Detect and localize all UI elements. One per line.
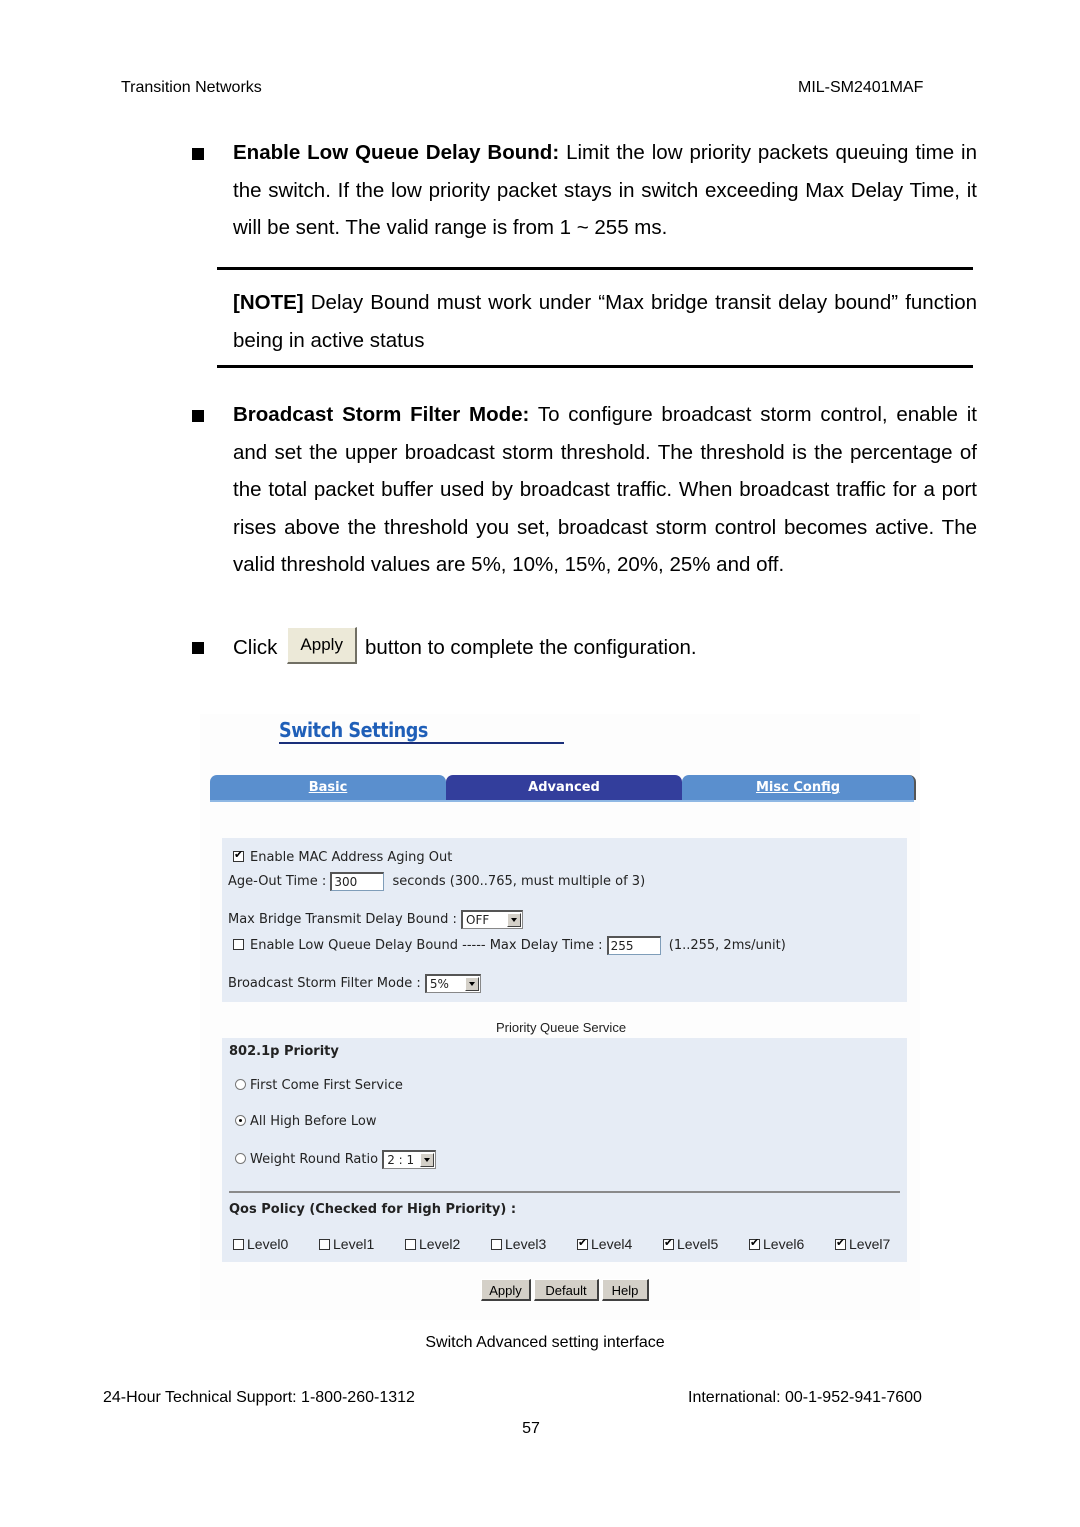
level0-checkbox[interactable]: [233, 1239, 244, 1250]
high-before-low-radio[interactable]: [235, 1115, 246, 1126]
level-label: Level6: [763, 1236, 805, 1252]
level4-checkbox[interactable]: [577, 1236, 588, 1250]
tab-bar: Basic Advanced Misc Config: [210, 775, 916, 802]
level-label: Level1: [333, 1236, 375, 1252]
level-label: Level0: [247, 1236, 289, 1252]
level-item[interactable]: Level0: [233, 1236, 319, 1252]
low-queue-paragraph: Enable Low Queue Delay Bound: Limit the …: [233, 134, 977, 247]
max-bridge-label: Max Bridge Transmit Delay Bound :: [228, 912, 457, 927]
level1-checkbox[interactable]: [319, 1239, 330, 1250]
chevron-down-icon: [464, 977, 479, 991]
storm-select[interactable]: 5%: [424, 974, 481, 993]
apply-button-illustration: Apply: [287, 627, 357, 665]
chevron-down-icon: [507, 913, 522, 927]
storm-text: To configure broadcast storm control, en…: [233, 403, 977, 576]
header-company: Transition Networks: [121, 79, 262, 96]
storm-label: Broadcast Storm Filter Mode :: [228, 976, 421, 991]
level5-checkbox[interactable]: [663, 1236, 674, 1250]
radio-row-wrr[interactable]: Weight Round Ratio 2 : 1: [235, 1150, 437, 1169]
radio-row-high-before-low[interactable]: All High Before Low: [235, 1114, 377, 1129]
qos-heading: Qos Policy (Checked for High Priority) :: [229, 1202, 517, 1217]
age-out-input[interactable]: 300: [330, 872, 385, 891]
footer-international: International: 00-1-952-941-7600: [688, 1389, 922, 1406]
level-item[interactable]: Level7: [835, 1236, 905, 1252]
tab-advanced[interactable]: Advanced: [446, 775, 682, 800]
age-out-hint: seconds (300..765, must multiple of 3): [392, 874, 646, 889]
page-title: Switch Settings: [279, 718, 428, 742]
title-underline: [279, 742, 564, 744]
chevron-down-icon: [420, 1153, 435, 1167]
level-item[interactable]: Level5: [663, 1236, 749, 1252]
apply-button[interactable]: Apply: [481, 1279, 531, 1301]
low-queue-checkbox[interactable]: [233, 939, 244, 950]
storm-value: 5%: [429, 977, 449, 991]
page-number: 57: [522, 1420, 540, 1437]
footer-support: 24-Hour Technical Support: 1-800-260-131…: [103, 1389, 415, 1406]
high-before-low-label: All High Before Low: [250, 1114, 377, 1129]
ratio-value: 2 : 1: [387, 1153, 415, 1167]
mac-aging-checkbox[interactable]: [233, 848, 244, 862]
default-button[interactable]: Default: [534, 1279, 599, 1301]
low-queue-row: Enable Low Queue Delay Bound ----- Max D…: [233, 936, 786, 955]
note-text: Delay Bound must work under “Max bridge …: [233, 291, 977, 352]
low-queue-term: Enable Low Queue Delay Bound:: [233, 141, 560, 164]
max-bridge-value: OFF: [466, 913, 490, 927]
max-bridge-row: Max Bridge Transmit Delay Bound : OFF: [228, 910, 524, 929]
priority-heading: 802.1p Priority: [229, 1044, 339, 1059]
qos-levels: Level0 Level1 Level2 Level3 Level4 Level5 Leve…: [233, 1236, 905, 1252]
note-rule-top: [217, 267, 973, 270]
max-bridge-select[interactable]: OFF: [461, 910, 524, 929]
level-label: Level4: [591, 1236, 633, 1252]
wrr-label: Weight Round Ratio: [250, 1152, 379, 1167]
level2-checkbox[interactable]: [405, 1239, 416, 1250]
fcfs-radio[interactable]: [235, 1079, 246, 1090]
mac-aging-label: Enable MAC Address Aging Out: [250, 850, 453, 865]
fcfs-label: First Come First Service: [250, 1078, 403, 1093]
tab-advanced-label: Advanced: [528, 780, 600, 795]
level-item[interactable]: Level1: [319, 1236, 405, 1252]
panel-separator: [229, 1191, 900, 1193]
click-instruction: Click Apply button to complete the configu…: [233, 627, 697, 668]
figure-caption: Switch Advanced setting interface: [425, 1334, 665, 1351]
wrr-radio[interactable]: [235, 1153, 246, 1164]
bullet-icon: [192, 148, 204, 160]
tab-baseline: [210, 800, 914, 802]
level-item[interactable]: Level6: [749, 1236, 835, 1252]
storm-term: Broadcast Storm Filter Mode:: [233, 403, 530, 426]
level7-checkbox[interactable]: [835, 1236, 846, 1250]
level-label: Level2: [419, 1236, 461, 1252]
storm-row: Broadcast Storm Filter Mode : 5%: [228, 974, 481, 993]
help-button[interactable]: Help: [602, 1279, 649, 1301]
note-rule-bottom: [217, 365, 973, 368]
click-after-text: button to complete the configuration.: [364, 636, 697, 659]
tab-basic-label: Basic: [308, 780, 348, 795]
level6-checkbox[interactable]: [749, 1236, 760, 1250]
storm-paragraph: Broadcast Storm Filter Mode: To configur…: [233, 396, 977, 584]
age-out-label: Age-Out Time :: [228, 874, 327, 889]
max-delay-hint: (1..255, 2ms/unit): [668, 938, 786, 953]
level-label: Level5: [677, 1236, 719, 1252]
radio-row-fcfs[interactable]: First Come First Service: [235, 1078, 403, 1093]
level-item[interactable]: Level4: [577, 1236, 663, 1252]
tab-basic[interactable]: Basic: [210, 775, 446, 800]
level-label: Level7: [849, 1236, 891, 1252]
click-text: Click: [233, 636, 278, 659]
level-item[interactable]: Level3: [491, 1236, 577, 1252]
note-label: [NOTE]: [233, 291, 304, 314]
tab-misc-label: Misc Config: [755, 780, 841, 795]
level-label: Level3: [505, 1236, 547, 1252]
low-queue-label: Enable Low Queue Delay Bound ----- Max D…: [250, 938, 603, 953]
bullet-icon: [192, 410, 204, 422]
bullet-icon: [192, 642, 204, 654]
level-item[interactable]: Level2: [405, 1236, 491, 1252]
max-delay-input[interactable]: 255: [606, 936, 661, 955]
ratio-select[interactable]: 2 : 1: [382, 1150, 437, 1169]
mac-aging-row: Enable MAC Address Aging Out: [233, 848, 453, 865]
level3-checkbox[interactable]: [491, 1239, 502, 1250]
header-model: MIL-SM2401MAF: [798, 79, 924, 96]
age-out-row: Age-Out Time : 300 seconds (300..765, mu…: [228, 872, 645, 891]
tab-misc-config[interactable]: Misc Config: [682, 775, 916, 800]
note-paragraph: [NOTE] Delay Bound must work under “Max …: [233, 284, 977, 359]
priority-queue-title: Priority Queue Service: [496, 1020, 627, 1035]
